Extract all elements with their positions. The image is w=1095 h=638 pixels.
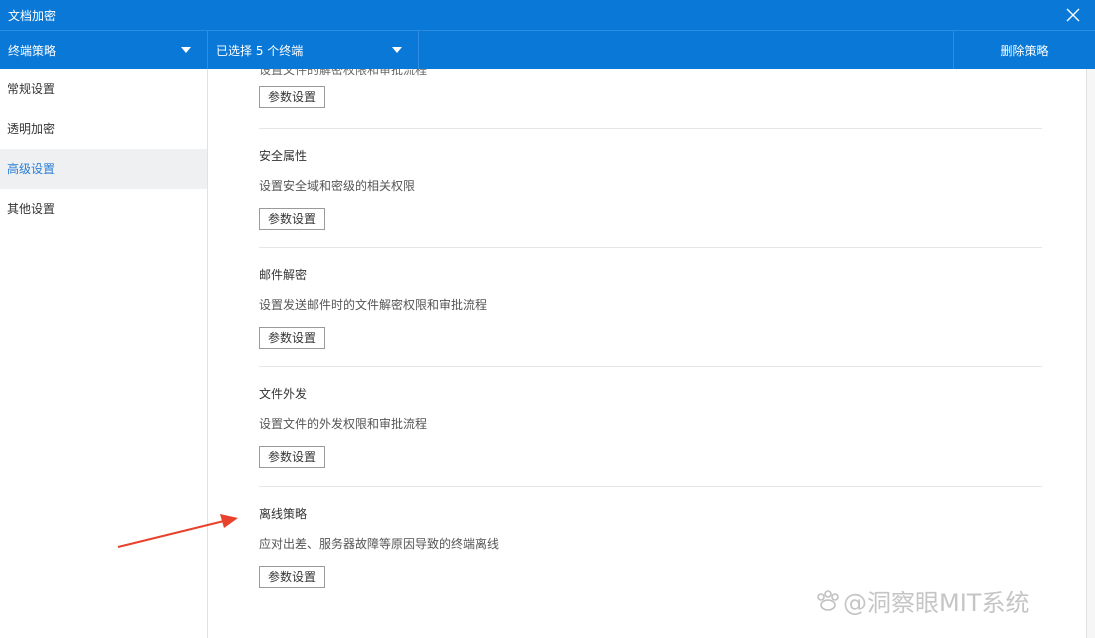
param-settings-button[interactable]: 参数设置 [259, 208, 326, 230]
vertical-scrollbar[interactable] [1086, 69, 1095, 638]
section-offline-policy: 离线策略 应对出差、服务器故障等原因导致的终端离线 参数设置 [259, 506, 1042, 588]
section-title: 安全属性 [259, 149, 308, 163]
delete-policy-button[interactable]: 删除策略 [953, 31, 1095, 69]
close-icon[interactable] [1063, 5, 1083, 25]
paw-icon [815, 590, 841, 618]
divider [259, 128, 1042, 129]
sidebar-item-general[interactable]: 常规设置 [0, 69, 207, 109]
divider [259, 366, 1042, 367]
sidebar-item-other[interactable]: 其他设置 [0, 189, 207, 229]
section-security-attributes: 安全属性 设置安全域和密级的相关权限 参数设置 [259, 148, 1042, 230]
section-description: 设置文件的外发权限和审批流程 [259, 417, 428, 431]
toolbar: 终端策略 已选择 5 个终端 删除策略 [0, 30, 1095, 69]
section-description: 设置发送邮件时的文件解密权限和审批流程 [259, 298, 488, 312]
caret-down-icon [181, 47, 191, 53]
sidebar-item-advanced[interactable]: 高级设置 [0, 149, 207, 189]
delete-policy-label: 删除策略 [1000, 43, 1049, 58]
param-settings-button[interactable]: 参数设置 [259, 327, 326, 349]
window-title: 文档加密 [8, 9, 57, 23]
divider [259, 486, 1042, 487]
title-bar: 文档加密 [0, 0, 1095, 30]
section-title: 离线策略 [259, 507, 308, 521]
terminals-dropdown-label: 已选择 5 个终端 [216, 43, 304, 58]
section-title: 文件外发 [259, 387, 308, 401]
sidebar: 常规设置 透明加密 高级设置 其他设置 [0, 69, 208, 638]
section-description: 设置文件的解密权限和审批流程 [259, 69, 428, 77]
watermark: @洞察眼MIT系统 [815, 583, 1029, 618]
sidebar-item-transparent-encryption[interactable]: 透明加密 [0, 109, 207, 149]
section-file-outgoing: 文件外发 设置文件的外发权限和审批流程 参数设置 [259, 386, 1042, 468]
param-settings-button[interactable]: 参数设置 [259, 566, 326, 588]
divider [259, 247, 1042, 248]
watermark-text: @洞察眼MIT系统 [843, 589, 1030, 617]
param-settings-button[interactable]: 参数设置 [259, 446, 326, 468]
section-description: 设置安全域和密级的相关权限 [259, 179, 416, 193]
section-email-decryption: 邮件解密 设置发送邮件时的文件解密权限和审批流程 参数设置 [259, 267, 1042, 349]
caret-down-icon [392, 47, 402, 53]
policy-dropdown[interactable]: 终端策略 [0, 31, 208, 69]
terminals-dropdown[interactable]: 已选择 5 个终端 [208, 31, 419, 69]
settings-content: 设置文件的解密权限和审批流程 参数设置 安全属性 设置安全域和密级的相关权限 参… [209, 69, 1086, 638]
policy-dropdown-label: 终端策略 [8, 43, 57, 58]
section-description: 应对出差、服务器故障等原因导致的终端离线 [259, 537, 500, 551]
param-settings-button[interactable]: 参数设置 [259, 86, 326, 108]
annotation-arrow-icon [117, 514, 238, 548]
section-title: 邮件解密 [259, 268, 308, 282]
